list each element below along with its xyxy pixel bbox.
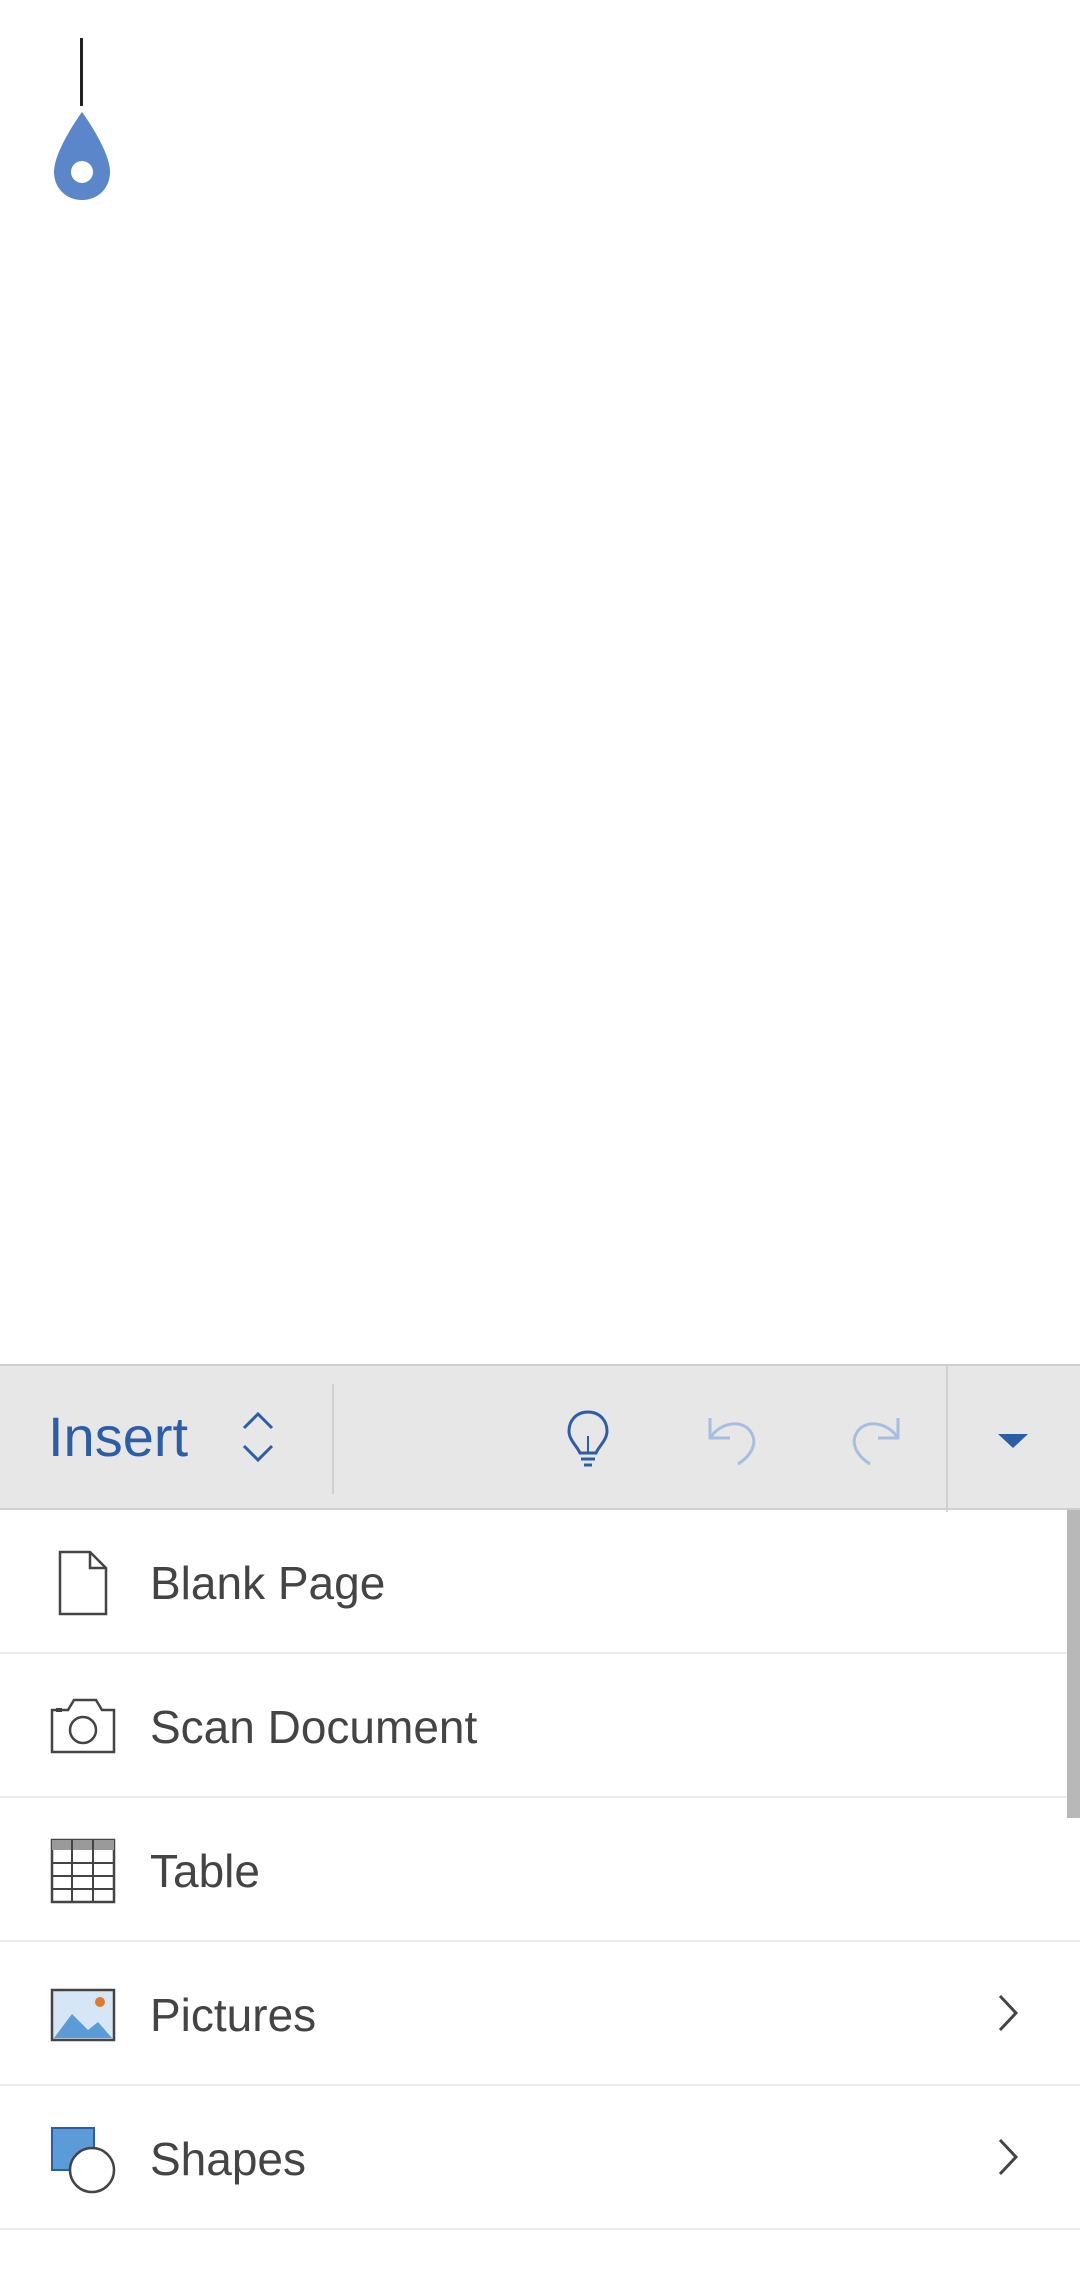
ribbon-tab-label[interactable]: Insert	[48, 1404, 188, 1469]
menu-item-label: Blank Page	[150, 1557, 386, 1609]
menu-item-scan-document[interactable]: Scan Document	[0, 1654, 1080, 1798]
camera-icon	[50, 1698, 116, 1754]
insert-menu: Blank Page Scan Document Table Pictures	[0, 1510, 1080, 2230]
undo-icon[interactable]	[700, 1406, 764, 1470]
shapes-icon	[51, 2127, 116, 2194]
menu-item-label: Table	[150, 1845, 260, 1897]
menu-item-blank-page[interactable]: Blank Page	[0, 1510, 1080, 1654]
menu-scrollbar[interactable]	[1067, 1510, 1080, 1818]
menu-item-label: Scan Document	[150, 1701, 478, 1753]
redo-icon[interactable]	[844, 1406, 908, 1470]
menu-item-label: Shapes	[150, 2133, 307, 2185]
menu-item-label: Pictures	[150, 1989, 317, 2041]
menu-item-table[interactable]: Table	[0, 1798, 1080, 1942]
cursor-handle-icon[interactable]	[52, 110, 112, 202]
ribbon-toolbar: Insert	[0, 1364, 1080, 1512]
menu-item-pictures[interactable]: Pictures	[0, 1942, 1080, 2086]
chevron-up-down-icon[interactable]	[240, 1406, 276, 1468]
lightbulb-icon[interactable]	[556, 1406, 620, 1470]
document-canvas[interactable]	[0, 0, 1080, 1364]
table-icon	[50, 1838, 116, 1904]
chevron-right-icon	[998, 1994, 1019, 2032]
toolbar-divider	[332, 1384, 334, 1494]
text-cursor	[80, 38, 83, 106]
blank-page-icon	[58, 1550, 108, 1616]
menu-item-shapes[interactable]: Shapes	[0, 2086, 1080, 2230]
caret-down-icon[interactable]	[980, 1396, 1046, 1482]
picture-icon	[50, 1988, 116, 2042]
toolbar-divider	[946, 1366, 948, 1512]
chevron-right-icon	[998, 2138, 1019, 2176]
